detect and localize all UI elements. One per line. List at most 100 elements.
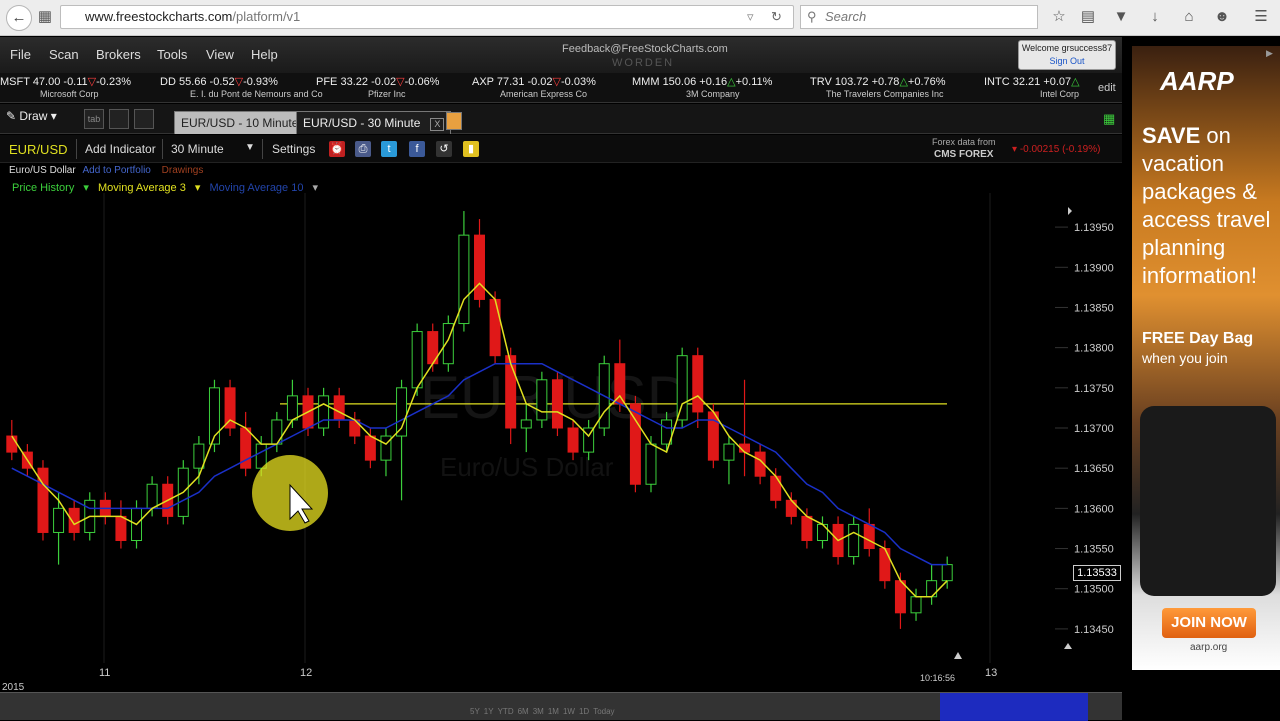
twitter-icon[interactable]: t (381, 141, 397, 157)
y-tick-label: 1.13950 (1074, 222, 1114, 234)
join-now-button[interactable]: JOIN NOW (1162, 608, 1256, 638)
dropdown-arrow-icon[interactable]: ▿ (747, 6, 754, 28)
chart-area[interactable]: Euro/US Dollar Add to Portfolio Drawings… (0, 163, 1122, 693)
url-bar[interactable]: www.freestockcharts.com/platform/v1 ▿ ↻ (60, 5, 794, 29)
range-button[interactable]: YTD (498, 707, 514, 716)
interval-select[interactable]: 30 Minute (171, 142, 224, 156)
candle-down (68, 507, 80, 533)
range-buttons: 5Y 1Y YTD 6M 3M 1M 1W 1D Today (470, 707, 619, 716)
ticker-pct: -0.23% (96, 76, 131, 88)
range-button[interactable]: 1D (579, 707, 589, 716)
menu-scan[interactable]: Scan (49, 47, 79, 62)
ad-on: on (1206, 123, 1231, 148)
menu-tools[interactable]: Tools (157, 47, 187, 62)
ticker-company: Intel Corp (1040, 89, 1080, 99)
reload-icon[interactable]: ↻ (771, 6, 782, 28)
menu-file[interactable]: File (10, 47, 31, 62)
range-button[interactable]: 1Y (484, 707, 494, 716)
ticker-change: -0.52 (209, 76, 235, 88)
ticker-item[interactable]: MMM 150.06 +0.16△+0.11% 3M Company (632, 75, 772, 99)
share-icon[interactable]: ↺ (436, 141, 452, 157)
divider (76, 139, 77, 159)
reading-list-icon[interactable]: ▤ (1077, 6, 1099, 28)
candle-down (785, 499, 797, 517)
tab-eurusd-10min[interactable]: EUR/USD - 10 Minute (174, 111, 306, 134)
ticker-price: 103.72 (834, 76, 869, 88)
grid-layout-button[interactable] (109, 109, 129, 129)
layout-grid-icon[interactable]: ▦ (1103, 112, 1117, 126)
range-button[interactable]: 5Y (470, 707, 480, 716)
menu-brokers[interactable]: Brokers (96, 47, 141, 62)
ticker-edit-link[interactable]: edit (1098, 82, 1116, 94)
ticker-pct: -0.03% (561, 76, 596, 88)
candle-down (551, 379, 563, 429)
range-button[interactable]: 1M (548, 707, 559, 716)
alarm-icon[interactable]: ⏰ (329, 141, 345, 157)
ticker-symbol: PFE (316, 76, 338, 88)
y-tick-label: 1.13850 (1074, 302, 1114, 314)
ad-headline: SAVE on vacation packages & access trave… (1142, 122, 1280, 290)
draw-button[interactable]: ✎ Draw ▾ (6, 109, 57, 123)
range-button[interactable]: 3M (533, 707, 544, 716)
divider (162, 139, 163, 159)
ticker-item[interactable]: TRV 103.72 +0.78△+0.76% The Travelers Com… (810, 75, 946, 99)
home-icon[interactable]: ⌂ (1178, 6, 1200, 28)
tab-view-button[interactable]: tab (84, 109, 104, 129)
symbol-label[interactable]: EUR/USD (9, 142, 68, 157)
aarp-advertisement[interactable]: AARP SAVE on vacation packages & access … (1132, 46, 1280, 670)
y-tick-label: 1.13700 (1074, 423, 1114, 435)
feedback-link[interactable]: Feedback@FreeStockCharts.com (562, 43, 728, 55)
ticker-company: 3M Company (686, 89, 740, 99)
y-tick-label: 1.13650 (1074, 463, 1114, 475)
candle-up (816, 523, 828, 541)
welcome-text: Welcome grsuccess87 (1021, 43, 1113, 53)
scroll-thumb[interactable] (940, 693, 1088, 721)
site-identity-icon[interactable]: ▦ (34, 6, 56, 28)
print-icon[interactable]: ⎙ (355, 141, 371, 157)
ticker-item[interactable]: INTC 32.21 +0.07△ Intel Corp (984, 75, 1080, 99)
menu-view[interactable]: View (206, 47, 234, 62)
axis-arrow-icon (954, 652, 962, 659)
tab-eurusd-30min[interactable]: EUR/USD - 30 Minute X (296, 111, 452, 134)
bag-image (1140, 406, 1276, 596)
ticker-item[interactable]: MSFT 47.00 -0.11▽-0.23% Microsoft Corp (0, 75, 131, 99)
timeline-scroller[interactable]: 5Y 1Y YTD 6M 3M 1M 1W 1D Today (0, 692, 1122, 721)
tab-close-icon[interactable]: X (430, 118, 445, 131)
ad-close-icon[interactable]: ▶ (1266, 48, 1278, 60)
y-tick-label: 1.13550 (1074, 544, 1114, 556)
chat-icon[interactable]: ☻ (1211, 6, 1233, 28)
candle-down (770, 475, 782, 501)
back-button[interactable]: ← (6, 5, 32, 31)
menu-help[interactable]: Help (251, 47, 278, 62)
last-price-tag: 1.13533 (1073, 565, 1121, 581)
ticker-price: 55.66 (178, 76, 207, 88)
range-button[interactable]: 6M (518, 707, 529, 716)
ticker-item[interactable]: PFE 33.22 -0.02▽-0.06% Pfizer Inc (316, 75, 439, 99)
facebook-icon[interactable]: f (409, 141, 425, 157)
candle-up (146, 483, 158, 509)
range-button[interactable]: 1W (563, 707, 575, 716)
ticker-item[interactable]: AXP 77.31 -0.02▽-0.03% American Express C… (472, 75, 596, 99)
candle-up (848, 523, 860, 558)
ticker-item[interactable]: DD 55.66 -0.52▽-0.93% E. I. du Pont de Ne… (160, 75, 323, 99)
bookmark-star-icon[interactable]: ☆ (1048, 6, 1070, 28)
chevron-down-icon[interactable]: ▼ (245, 142, 255, 153)
ticker-symbol: TRV (810, 76, 832, 88)
menu-icon[interactable]: ☰ (1250, 6, 1272, 28)
candle-up (676, 355, 688, 421)
browser-search-input[interactable]: ⚲ Search (800, 5, 1038, 29)
new-tab-button[interactable] (446, 112, 462, 130)
add-indicator-button[interactable]: Add Indicator (85, 142, 156, 156)
candle-down (894, 580, 906, 614)
ticker-price: 47.00 (32, 76, 61, 88)
download-icon[interactable]: ↓ (1144, 6, 1166, 28)
split-layout-button[interactable] (134, 109, 154, 129)
note-icon[interactable]: ▮ (463, 141, 479, 157)
ticker-price: 150.06 (662, 76, 697, 88)
sign-out-link[interactable]: Sign Out (1019, 56, 1115, 66)
url-path: /platform/v1 (232, 9, 301, 24)
price-chart[interactable]: 1.13950 1.13900 1.13850 1.13800 1.13750 1.137… (0, 163, 1122, 691)
range-button[interactable]: Today (593, 707, 614, 716)
pocket-icon[interactable]: ▼ (1110, 6, 1132, 28)
settings-button[interactable]: Settings (272, 142, 315, 156)
